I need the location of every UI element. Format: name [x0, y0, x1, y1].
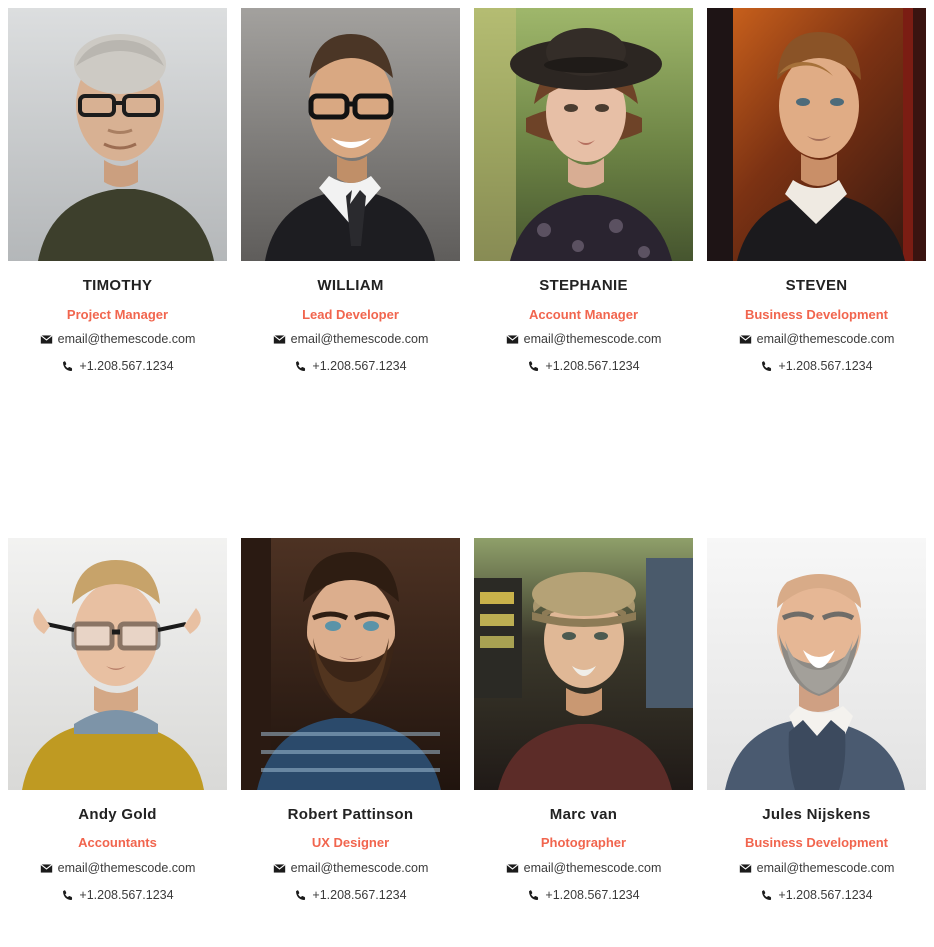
- team-member-card[interactable]: WILLIAM Lead Developer email@themescode.…: [241, 8, 460, 374]
- team-grid: TIMOTHY Project Manager email@themescode…: [0, 0, 934, 947]
- member-phone-text: +1.208.567.1234: [778, 887, 873, 902]
- member-name: TIMOTHY: [82, 277, 153, 294]
- member-role: Project Manager: [66, 306, 169, 322]
- team-member-card[interactable]: STEPHANIE Account Manager email@themesco…: [474, 8, 693, 374]
- row-gap: [8, 374, 926, 538]
- member-photo: [474, 8, 693, 261]
- member-email-text: email@themescode.com: [523, 860, 662, 875]
- team-row-2: Andy Gold Accountants email@themescode.c…: [8, 537, 926, 903]
- member-photo: [707, 537, 926, 790]
- member-email[interactable]: email@themescode.com: [8, 861, 227, 876]
- member-email[interactable]: email@themescode.com: [707, 861, 926, 876]
- envelope-icon: [506, 333, 519, 346]
- member-email[interactable]: email@themescode.com: [474, 861, 693, 876]
- member-email[interactable]: email@themescode.com: [241, 332, 460, 347]
- member-email[interactable]: email@themescode.com: [8, 332, 227, 347]
- member-email-text: email@themescode.com: [523, 331, 662, 346]
- member-name: STEPHANIE: [539, 277, 628, 294]
- phone-icon: [760, 360, 773, 373]
- member-phone[interactable]: +1.208.567.1234: [8, 888, 227, 903]
- member-photo: [8, 537, 227, 790]
- member-name: Marc van: [549, 805, 618, 823]
- member-role: Account Manager: [528, 306, 639, 322]
- phone-icon: [294, 360, 307, 373]
- member-role: UX Designer: [311, 835, 390, 851]
- member-email[interactable]: email@themescode.com: [241, 861, 460, 876]
- member-phone[interactable]: +1.208.567.1234: [241, 888, 460, 903]
- phone-icon: [61, 360, 74, 373]
- member-name: WILLIAM: [317, 277, 384, 294]
- phone-icon: [527, 889, 540, 902]
- member-photo: [241, 8, 460, 261]
- member-name: Jules Nijskens: [762, 805, 871, 823]
- envelope-icon: [506, 862, 519, 875]
- member-phone-text: +1.208.567.1234: [79, 358, 174, 373]
- phone-icon: [294, 889, 307, 902]
- phone-icon: [61, 889, 74, 902]
- member-name: Robert Pattinson: [287, 805, 414, 823]
- member-phone[interactable]: +1.208.567.1234: [474, 359, 693, 374]
- envelope-icon: [40, 333, 53, 346]
- member-role: Accountants: [78, 835, 157, 851]
- member-name: STEVEN: [785, 277, 848, 294]
- member-email[interactable]: email@themescode.com: [707, 332, 926, 347]
- phone-icon: [760, 889, 773, 902]
- envelope-icon: [40, 862, 53, 875]
- member-phone-text: +1.208.567.1234: [312, 887, 407, 902]
- member-email-text: email@themescode.com: [290, 331, 429, 346]
- phone-icon: [527, 360, 540, 373]
- team-row-1: TIMOTHY Project Manager email@themescode…: [8, 8, 926, 374]
- team-member-card[interactable]: Andy Gold Accountants email@themescode.c…: [8, 537, 227, 903]
- member-email-text: email@themescode.com: [57, 331, 196, 346]
- envelope-icon: [739, 333, 752, 346]
- member-email-text: email@themescode.com: [756, 860, 895, 875]
- member-role: Business Development: [744, 835, 889, 851]
- envelope-icon: [273, 862, 286, 875]
- page-bottom-space: [8, 903, 926, 947]
- member-phone-text: +1.208.567.1234: [545, 358, 640, 373]
- member-email-text: email@themescode.com: [756, 331, 895, 346]
- envelope-icon: [273, 333, 286, 346]
- team-member-card[interactable]: Marc van Photographer email@themescode.c…: [474, 537, 693, 903]
- member-role: Business Development: [744, 306, 889, 322]
- member-email-text: email@themescode.com: [57, 860, 196, 875]
- team-member-card[interactable]: STEVEN Business Development email@themes…: [707, 8, 926, 374]
- member-phone-text: +1.208.567.1234: [312, 358, 407, 373]
- member-phone[interactable]: +1.208.567.1234: [707, 359, 926, 374]
- member-phone-text: +1.208.567.1234: [778, 358, 873, 373]
- member-photo: [241, 537, 460, 790]
- member-email-text: email@themescode.com: [290, 860, 429, 875]
- member-role: Photographer: [540, 835, 627, 851]
- team-member-card[interactable]: Robert Pattinson UX Designer email@theme…: [241, 537, 460, 903]
- member-phone[interactable]: +1.208.567.1234: [8, 359, 227, 374]
- member-photo: [707, 8, 926, 261]
- member-phone-text: +1.208.567.1234: [79, 887, 174, 902]
- member-phone[interactable]: +1.208.567.1234: [707, 888, 926, 903]
- member-role: Lead Developer: [302, 306, 399, 322]
- team-member-card[interactable]: Jules Nijskens Business Development emai…: [707, 537, 926, 903]
- member-phone[interactable]: +1.208.567.1234: [474, 888, 693, 903]
- member-phone-text: +1.208.567.1234: [545, 887, 640, 902]
- member-email[interactable]: email@themescode.com: [474, 332, 693, 347]
- member-phone[interactable]: +1.208.567.1234: [241, 359, 460, 374]
- envelope-icon: [739, 862, 752, 875]
- member-photo: [474, 537, 693, 790]
- member-photo: [8, 8, 227, 261]
- member-name: Andy Gold: [78, 805, 157, 823]
- team-member-card[interactable]: TIMOTHY Project Manager email@themescode…: [8, 8, 227, 374]
